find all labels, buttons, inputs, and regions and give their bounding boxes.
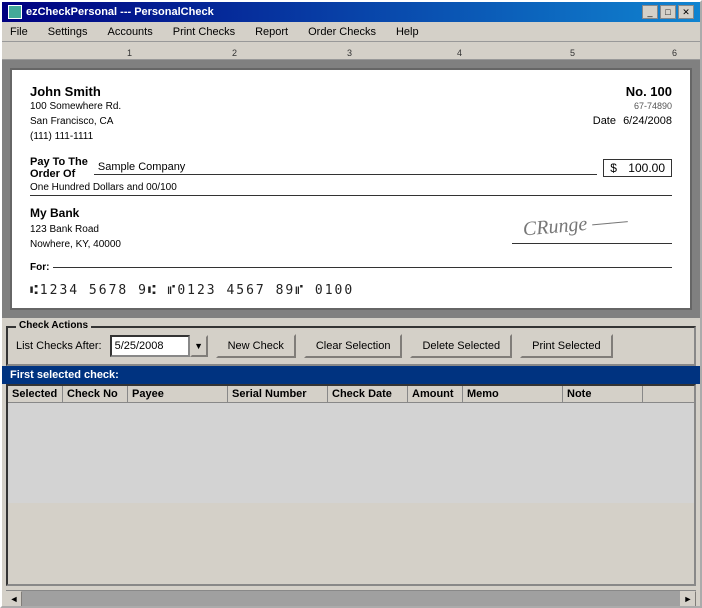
col-note: Note bbox=[563, 386, 643, 402]
col-memo: Memo bbox=[463, 386, 563, 402]
menu-help[interactable]: Help bbox=[392, 25, 423, 39]
content-area: John Smith 100 Somewhere Rd. San Francis… bbox=[2, 60, 700, 606]
check-table: Selected Check No Payee Serial Number Ch… bbox=[6, 384, 696, 586]
clear-selection-button[interactable]: Clear Selection bbox=[304, 334, 403, 358]
signature-area: CRunge —— bbox=[512, 204, 672, 254]
ruler-mark-1: 1 bbox=[127, 48, 132, 58]
scroll-left-button[interactable]: ◄ bbox=[6, 591, 22, 607]
check-account-name: John Smith bbox=[30, 84, 121, 99]
written-amount: One Hundred Dollars and 00/100 bbox=[30, 182, 672, 196]
first-selected-header: First selected check: bbox=[2, 366, 700, 384]
check-amount: 100.00 bbox=[628, 161, 665, 175]
menu-report[interactable]: Report bbox=[251, 25, 292, 39]
check-number: No. 100 bbox=[593, 84, 672, 99]
window-controls[interactable]: _ □ ✕ bbox=[642, 5, 694, 19]
scroll-track[interactable] bbox=[22, 591, 680, 606]
ruler-mark-5: 5 bbox=[570, 48, 575, 58]
col-payee: Payee bbox=[128, 386, 228, 402]
date-dropdown-button[interactable]: ▼ bbox=[190, 335, 208, 357]
ruler-mark-4: 4 bbox=[457, 48, 462, 58]
col-check-date: Check Date bbox=[328, 386, 408, 402]
scroll-right-button[interactable]: ► bbox=[680, 591, 696, 607]
list-after-date-input[interactable] bbox=[110, 335, 190, 357]
payee-name: Sample Company bbox=[94, 161, 597, 175]
check-id: 67-74890 bbox=[593, 101, 672, 111]
check-address: 100 Somewhere Rd. San Francisco, CA (111… bbox=[30, 99, 121, 144]
bank-info: My Bank 123 Bank Road Nowhere, KY, 40000 bbox=[30, 204, 121, 252]
table-header-row: Selected Check No Payee Serial Number Ch… bbox=[8, 386, 694, 403]
check-container: John Smith 100 Somewhere Rd. San Francis… bbox=[2, 60, 700, 318]
menu-bar: File Settings Accounts Print Checks Repo… bbox=[2, 22, 700, 42]
ruler-mark-3: 3 bbox=[347, 48, 352, 58]
micr-line: ⑆1234 5678 9⑆ ⑈0123 4567 89⑈ 0100 bbox=[30, 283, 672, 298]
col-serial-number: Serial Number bbox=[228, 386, 328, 402]
check-date: 6/24/2008 bbox=[623, 115, 672, 127]
new-check-button[interactable]: New Check bbox=[216, 334, 296, 358]
print-selected-button[interactable]: Print Selected bbox=[520, 334, 612, 358]
app-icon bbox=[8, 5, 22, 19]
for-label: For: bbox=[30, 262, 49, 273]
check-amount-box: $ 100.00 bbox=[603, 159, 672, 177]
menu-accounts[interactable]: Accounts bbox=[103, 25, 156, 39]
menu-settings[interactable]: Settings bbox=[44, 25, 92, 39]
bottom-area: Check Actions List Checks After: ▼ New C… bbox=[2, 318, 700, 606]
maximize-button[interactable]: □ bbox=[660, 5, 676, 19]
ruler-mark-6: 6 bbox=[672, 48, 677, 58]
menu-file[interactable]: File bbox=[6, 25, 32, 39]
pay-to-label: Pay To TheOrder Of bbox=[30, 156, 88, 180]
check-actions-label: Check Actions bbox=[16, 320, 91, 331]
horizontal-scrollbar[interactable]: ◄ ► bbox=[6, 590, 696, 606]
col-selected: Selected bbox=[8, 386, 63, 402]
check-actions-panel: Check Actions List Checks After: ▼ New C… bbox=[6, 326, 696, 366]
minimize-button[interactable]: _ bbox=[642, 5, 658, 19]
col-amount: Amount bbox=[408, 386, 463, 402]
ruler-mark-2: 2 bbox=[232, 48, 237, 58]
menu-print-checks[interactable]: Print Checks bbox=[169, 25, 239, 39]
title-bar: ezCheckPersonal --- PersonalCheck _ □ ✕ bbox=[2, 2, 700, 22]
table-body bbox=[8, 403, 694, 503]
check-display: John Smith 100 Somewhere Rd. San Francis… bbox=[10, 68, 692, 310]
list-checks-after-label: List Checks After: bbox=[16, 340, 102, 352]
main-window: ezCheckPersonal --- PersonalCheck _ □ ✕ … bbox=[0, 0, 702, 608]
for-line bbox=[53, 267, 672, 268]
date-label: Date bbox=[593, 115, 616, 127]
window-title: ezCheckPersonal --- PersonalCheck bbox=[26, 6, 214, 18]
menu-order-checks[interactable]: Order Checks bbox=[304, 25, 380, 39]
date-picker[interactable]: ▼ bbox=[110, 335, 208, 357]
signature-image: CRunge —— bbox=[522, 209, 629, 241]
col-check-no: Check No bbox=[63, 386, 128, 402]
ruler: 1 2 3 4 5 6 bbox=[2, 42, 700, 60]
delete-selected-button[interactable]: Delete Selected bbox=[410, 334, 512, 358]
close-button[interactable]: ✕ bbox=[678, 5, 694, 19]
dollar-sign: $ bbox=[610, 161, 617, 175]
